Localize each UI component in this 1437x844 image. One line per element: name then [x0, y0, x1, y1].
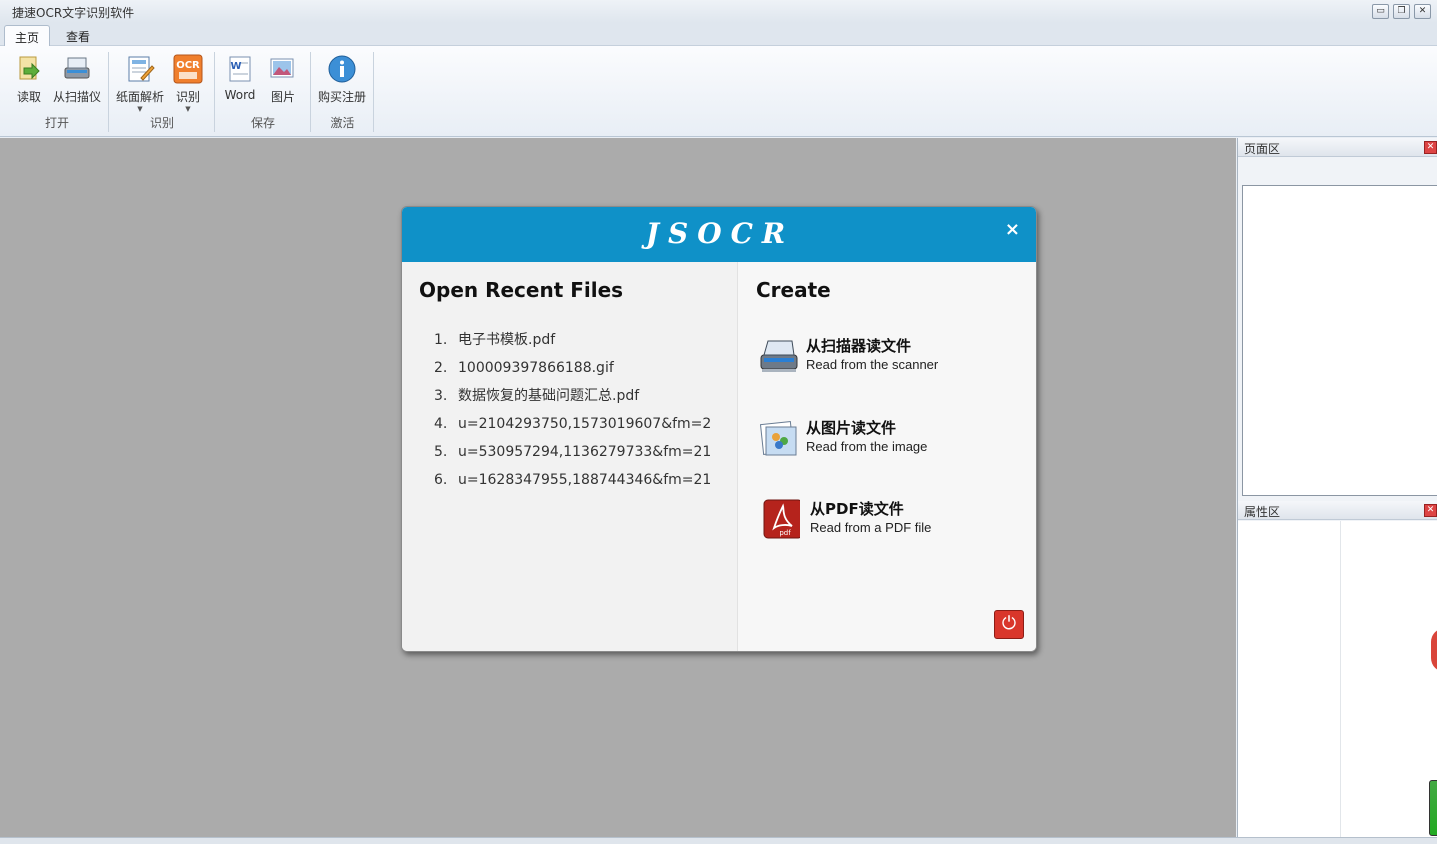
- recent-file-number: 1.: [434, 332, 448, 348]
- save-word-label: Word: [224, 88, 256, 102]
- recent-file-number: 4.: [434, 416, 448, 432]
- power-exit-button[interactable]: ⏻: [994, 610, 1024, 639]
- create-scanner-en: Read from the scanner: [806, 357, 939, 372]
- buy-register-button[interactable]: 购买注册: [316, 54, 368, 105]
- property-column-divider: [1340, 521, 1341, 837]
- tab-home[interactable]: 主页: [4, 25, 51, 47]
- buy-register-label: 购买注册: [317, 90, 366, 104]
- group-label-open: 打开: [44, 116, 69, 130]
- group-label-save: 保存: [250, 116, 275, 130]
- create-pdf-cn: 从PDF读文件: [810, 500, 904, 518]
- recent-file-item[interactable]: 4. u=2104293750,1573019607&fm=21&gp=0.jpg: [434, 415, 711, 443]
- ribbon-group-recognize: 纸面解析 ▼ OCR 识别 ▼ 识别: [110, 52, 215, 132]
- scanner-icon: [64, 57, 90, 79]
- create-scanner-cn: 从扫描器读文件: [806, 337, 912, 355]
- pdf-icon: pdf: [763, 499, 800, 539]
- recent-file-number: 5.: [434, 444, 448, 460]
- restore-button[interactable]: ❐: [1393, 4, 1410, 19]
- recent-file-item[interactable]: 1. 电子书模板.pdf: [434, 331, 711, 359]
- create-from-image[interactable]: 从图片读文件 Read from the image: [758, 417, 1008, 461]
- ocr-icon: OCR: [173, 54, 203, 84]
- save-word-button[interactable]: W Word: [222, 54, 258, 102]
- group-label-activate: 激活: [330, 116, 355, 130]
- from-scanner-label: 从扫描仪: [52, 90, 101, 104]
- right-panels: 页面区 ✕ 属性区 ✕: [1237, 138, 1437, 837]
- recent-file-name: u=530957294,1136279733&fm=21&gp=0.jpg: [458, 444, 711, 460]
- recent-file-number: 6.: [434, 472, 448, 488]
- recent-files-panel: Open Recent Files 1. 电子书模板.pdf 2. 10000939…: [402, 262, 737, 651]
- recent-file-item[interactable]: 5. u=530957294,1136279733&fm=21&gp=0.jpg: [434, 443, 711, 471]
- property-area-title: 属性区: [1244, 505, 1281, 519]
- word-icon-text: W: [230, 61, 241, 72]
- status-bar: [0, 837, 1437, 844]
- word-doc-icon: W: [229, 56, 251, 82]
- jsocr-logo: JSOCR: [645, 217, 795, 250]
- create-from-scanner[interactable]: 从扫描器读文件 Read from the scanner: [758, 335, 1008, 379]
- start-dialog: JSOCR × Open Recent Files 1. 电子书模板.pdf 2.…: [401, 206, 1037, 652]
- save-image-label: 图片: [270, 90, 295, 104]
- recognize-label: 识别: [175, 90, 200, 104]
- group-label-recognize: 识别: [149, 116, 174, 130]
- dialog-close-button[interactable]: ×: [1005, 219, 1020, 240]
- pdf-icon-text: pdf: [779, 529, 791, 537]
- page-thumbnail-area[interactable]: [1242, 185, 1437, 496]
- picture-icon: [759, 420, 797, 456]
- recent-file-name: u=1628347955,188744346&fm=21&gp=0.jpg: [458, 472, 711, 488]
- ribbon-tabs: 主页 查看: [0, 23, 1437, 47]
- recent-file-number: 2.: [434, 360, 448, 376]
- recent-file-name: u=2104293750,1573019607&fm=21&gp=0.jpg: [458, 416, 711, 432]
- page-area-title: 页面区: [1244, 142, 1281, 156]
- page-area-close-button[interactable]: ✕: [1424, 141, 1437, 154]
- recent-file-name: 电子书模板.pdf: [458, 332, 556, 348]
- create-image-cn: 从图片读文件: [806, 419, 897, 437]
- create-title: Create: [756, 278, 831, 302]
- window-controls: ▭ ❐ ✕: [1372, 4, 1431, 19]
- create-from-pdf[interactable]: pdf 从PDF读文件 Read from a PDF file: [758, 498, 1008, 542]
- from-scanner-button[interactable]: 从扫描仪: [50, 54, 104, 105]
- tab-view[interactable]: 查看: [56, 25, 100, 47]
- ocr-icon-text: OCR: [176, 60, 200, 71]
- read-button-label: 读取: [16, 90, 41, 104]
- recognize-button[interactable]: OCR 识别 ▼: [170, 54, 206, 113]
- read-button[interactable]: 读取: [10, 54, 48, 105]
- image-icon: [270, 58, 294, 78]
- recent-file-item[interactable]: 2. 100009397866188.gif: [434, 359, 711, 387]
- scanner-icon: [760, 340, 798, 372]
- property-area-header: 属性区 ✕: [1238, 501, 1437, 520]
- title-bar: 捷速OCR文字识别软件 ▭ ❐ ✕: [0, 0, 1437, 23]
- page-analysis-button[interactable]: 纸面解析 ▼: [114, 54, 166, 113]
- recent-files-list: 1. 电子书模板.pdf 2. 100009397866188.gif 3. 数据恢复…: [434, 331, 711, 499]
- info-icon: [328, 55, 356, 83]
- window-title: 捷速OCR文字识别软件: [12, 6, 135, 20]
- page-area-header: 页面区 ✕: [1238, 138, 1437, 157]
- side-indicator: [1429, 780, 1437, 836]
- ribbon-group-save: W Word 图片 保存: [216, 52, 311, 132]
- ribbon-group-open: 读取 从扫描仪 打开: [6, 52, 109, 132]
- recent-file-item[interactable]: 3. 数据恢复的基础问题汇总.pdf: [434, 387, 711, 415]
- open-file-icon: [19, 56, 40, 80]
- page-analysis-label: 纸面解析: [115, 90, 164, 104]
- close-window-button[interactable]: ✕: [1414, 4, 1431, 19]
- save-image-button[interactable]: 图片: [266, 54, 300, 105]
- property-grid[interactable]: [1238, 521, 1437, 837]
- dropdown-caret-icon: ▼: [137, 105, 143, 113]
- create-pdf-en: Read from a PDF file: [810, 520, 932, 535]
- recent-file-item[interactable]: 6. u=1628347955,188744346&fm=21&gp=0.jpg: [434, 471, 711, 499]
- page-analysis-icon: [128, 56, 155, 82]
- recent-files-title: Open Recent Files: [419, 278, 624, 302]
- create-panel: Create 从扫描器读文件 Read from the scanner 从图片…: [737, 262, 1036, 651]
- ribbon: 读取 从扫描仪 打开 纸面解析 ▼ OCR 识别 ▼ 识别 W Word 图片 …: [0, 46, 1437, 137]
- dialog-header: JSOCR ×: [402, 207, 1036, 262]
- create-image-en: Read from the image: [806, 439, 928, 454]
- property-area-close-button[interactable]: ✕: [1424, 504, 1437, 517]
- recent-file-number: 3.: [434, 388, 448, 404]
- dropdown-caret-icon: ▼: [185, 105, 191, 113]
- recent-file-name: 数据恢复的基础问题汇总.pdf: [458, 388, 640, 404]
- minimize-button[interactable]: ▭: [1372, 4, 1389, 19]
- ribbon-group-activate: 购买注册 激活: [312, 52, 374, 132]
- recent-file-name: 100009397866188.gif: [458, 360, 614, 376]
